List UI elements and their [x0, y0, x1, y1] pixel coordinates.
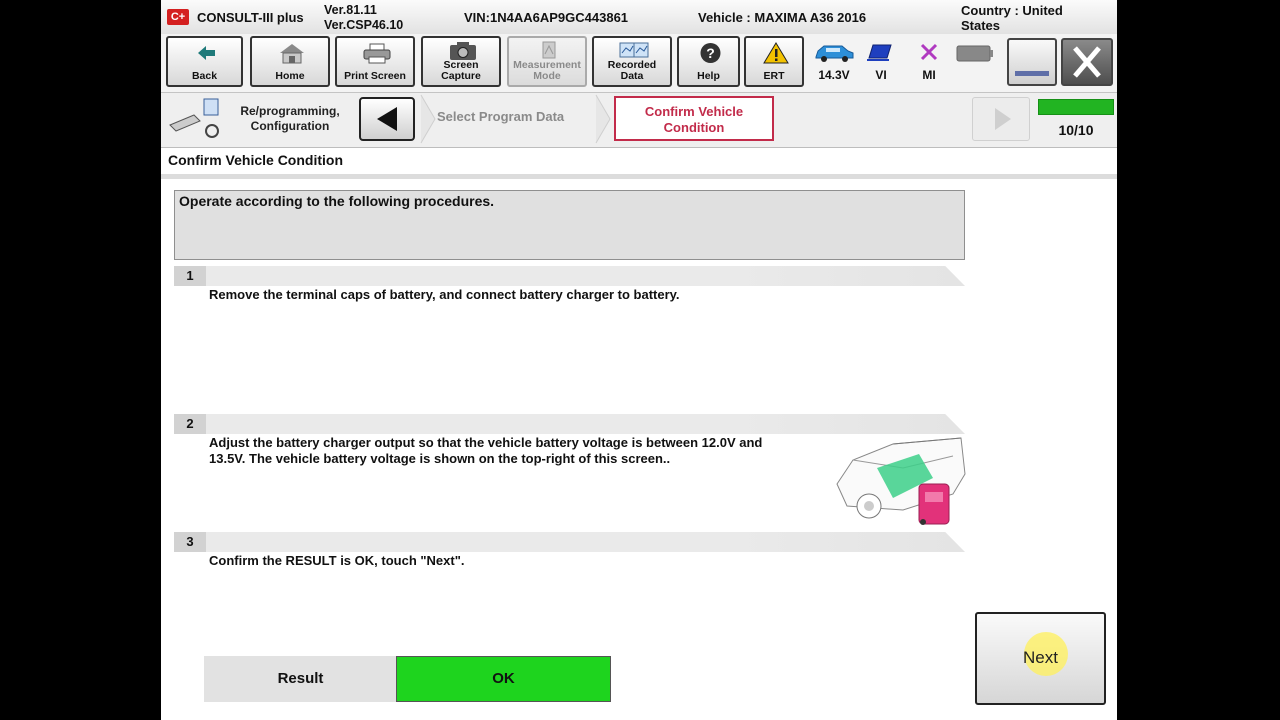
back-label: Back — [191, 70, 218, 82]
screen-capture-button[interactable]: Screen Capture — [421, 36, 501, 87]
next-button[interactable]: Next — [975, 612, 1106, 705]
breadcrumb-separator — [420, 94, 436, 144]
recorded-data-button[interactable]: Recorded Data — [592, 36, 672, 87]
measure-label-2: Mode — [533, 70, 561, 82]
nav-forward-icon — [995, 108, 1011, 130]
voltage-label: 14.3V — [818, 68, 850, 82]
battery-voltage-status: 14.3V — [812, 38, 856, 86]
result-label: Result — [204, 656, 397, 702]
step-2-number: 2 — [174, 414, 206, 434]
vehicle-label: Vehicle : MAXIMA A36 2016 — [698, 10, 867, 25]
step-1-text: Remove the terminal caps of battery, and… — [209, 287, 680, 302]
step-1-number: 1 — [174, 266, 206, 286]
version-csp: Ver.CSP46.10 — [324, 18, 404, 32]
consult-app-window: C+ CONSULT-III plus Ver.81.11 Ver.CSP46.… — [161, 0, 1117, 720]
mi-status: MI — [907, 38, 951, 86]
mi-x-icon — [920, 43, 938, 61]
toolbar: Back Home Print Screen Screen Capture Me… — [161, 34, 1117, 93]
step-navigation: Re/programming, Configuration Select Pro… — [161, 93, 1117, 148]
step-confirm-vehicle-condition: Confirm Vehicle Condition — [614, 96, 774, 141]
step-2-header: 2 — [174, 414, 965, 434]
back-arrow-icon — [198, 46, 215, 60]
app-logo: C+ — [167, 9, 189, 25]
country-label: Country : United — [961, 3, 1063, 18]
battery-charger-illustration — [836, 437, 966, 525]
home-label: Home — [275, 70, 305, 82]
reprogramming-label-2: Configuration — [250, 119, 330, 133]
warning-icon — [763, 42, 789, 64]
step-confirm-label-2: Condition — [663, 120, 725, 135]
step-2-text-line-1: Adjust the battery charger output so tha… — [209, 435, 763, 450]
vin-label: VIN:1N4AA6AP9GC443861 — [464, 10, 629, 25]
next-step-arrow-button — [972, 97, 1030, 141]
minimize-button[interactable] — [1007, 38, 1057, 86]
ert-button[interactable]: ERT — [744, 36, 804, 87]
help-button[interactable]: ? Help — [677, 36, 740, 87]
step-3-text: Confirm the RESULT is OK, touch "Next". — [209, 553, 465, 568]
title-divider — [161, 174, 1117, 179]
result-value-ok: OK — [396, 656, 611, 702]
vi-icon — [867, 44, 892, 61]
progress-bar — [1038, 99, 1114, 115]
printer-icon — [363, 43, 391, 64]
instruction-text: Operate according to the following proce… — [179, 193, 495, 209]
print-screen-button[interactable]: Print Screen — [335, 36, 415, 87]
step-select-program-data: Select Program Data — [437, 109, 565, 124]
svg-text:?: ? — [706, 45, 715, 61]
home-icon — [280, 44, 304, 64]
breadcrumb-separator-2 — [595, 94, 611, 144]
car-battery-icon — [815, 45, 854, 62]
recorded-label-2: Data — [620, 70, 644, 82]
vi-label: VI — [875, 68, 887, 82]
minimize-icon — [1015, 71, 1049, 76]
help-label: Help — [697, 70, 720, 82]
back-button[interactable]: Back — [166, 36, 243, 87]
instruction-box: Operate according to the following proce… — [174, 190, 965, 260]
app-name: CONSULT-III plus — [197, 10, 304, 25]
vi-status: VI — [859, 38, 903, 86]
mi-label: MI — [922, 68, 936, 82]
step-3-number: 3 — [174, 532, 206, 552]
step-2-text-line-2: 13.5V. The vehicle battery voltage is sh… — [209, 451, 671, 466]
previous-step-button[interactable] — [359, 97, 415, 141]
nav-back-icon — [377, 107, 397, 131]
version-main: Ver.81.11 — [324, 3, 377, 17]
progress-counter: 10/10 — [1058, 122, 1094, 138]
step-1-header: 1 — [174, 266, 965, 286]
battery-icon — [956, 45, 993, 62]
reprogramming-label-1: Re/programming, — [240, 104, 340, 118]
reprogramming-icon — [169, 98, 219, 138]
measurement-mode-button: Measurement Mode — [507, 36, 587, 87]
next-label: Next — [1023, 648, 1058, 667]
close-icon — [1073, 46, 1101, 78]
home-button[interactable]: Home — [250, 36, 330, 87]
help-icon: ? — [700, 43, 721, 63]
print-label: Print Screen — [344, 70, 406, 82]
ert-label: ERT — [763, 70, 785, 82]
reprogramming-breadcrumb: Re/programming, Configuration — [235, 104, 345, 134]
close-button[interactable] — [1061, 38, 1113, 86]
step-3-header: 3 — [174, 532, 965, 552]
page-title: Confirm Vehicle Condition — [168, 152, 344, 168]
capture-label-2: Capture — [441, 70, 481, 82]
title-bar: C+ CONSULT-III plus Ver.81.11 Ver.CSP46.… — [161, 0, 1117, 35]
country-label-2: States — [961, 18, 1001, 33]
step-confirm-label-1: Confirm Vehicle — [644, 104, 744, 119]
